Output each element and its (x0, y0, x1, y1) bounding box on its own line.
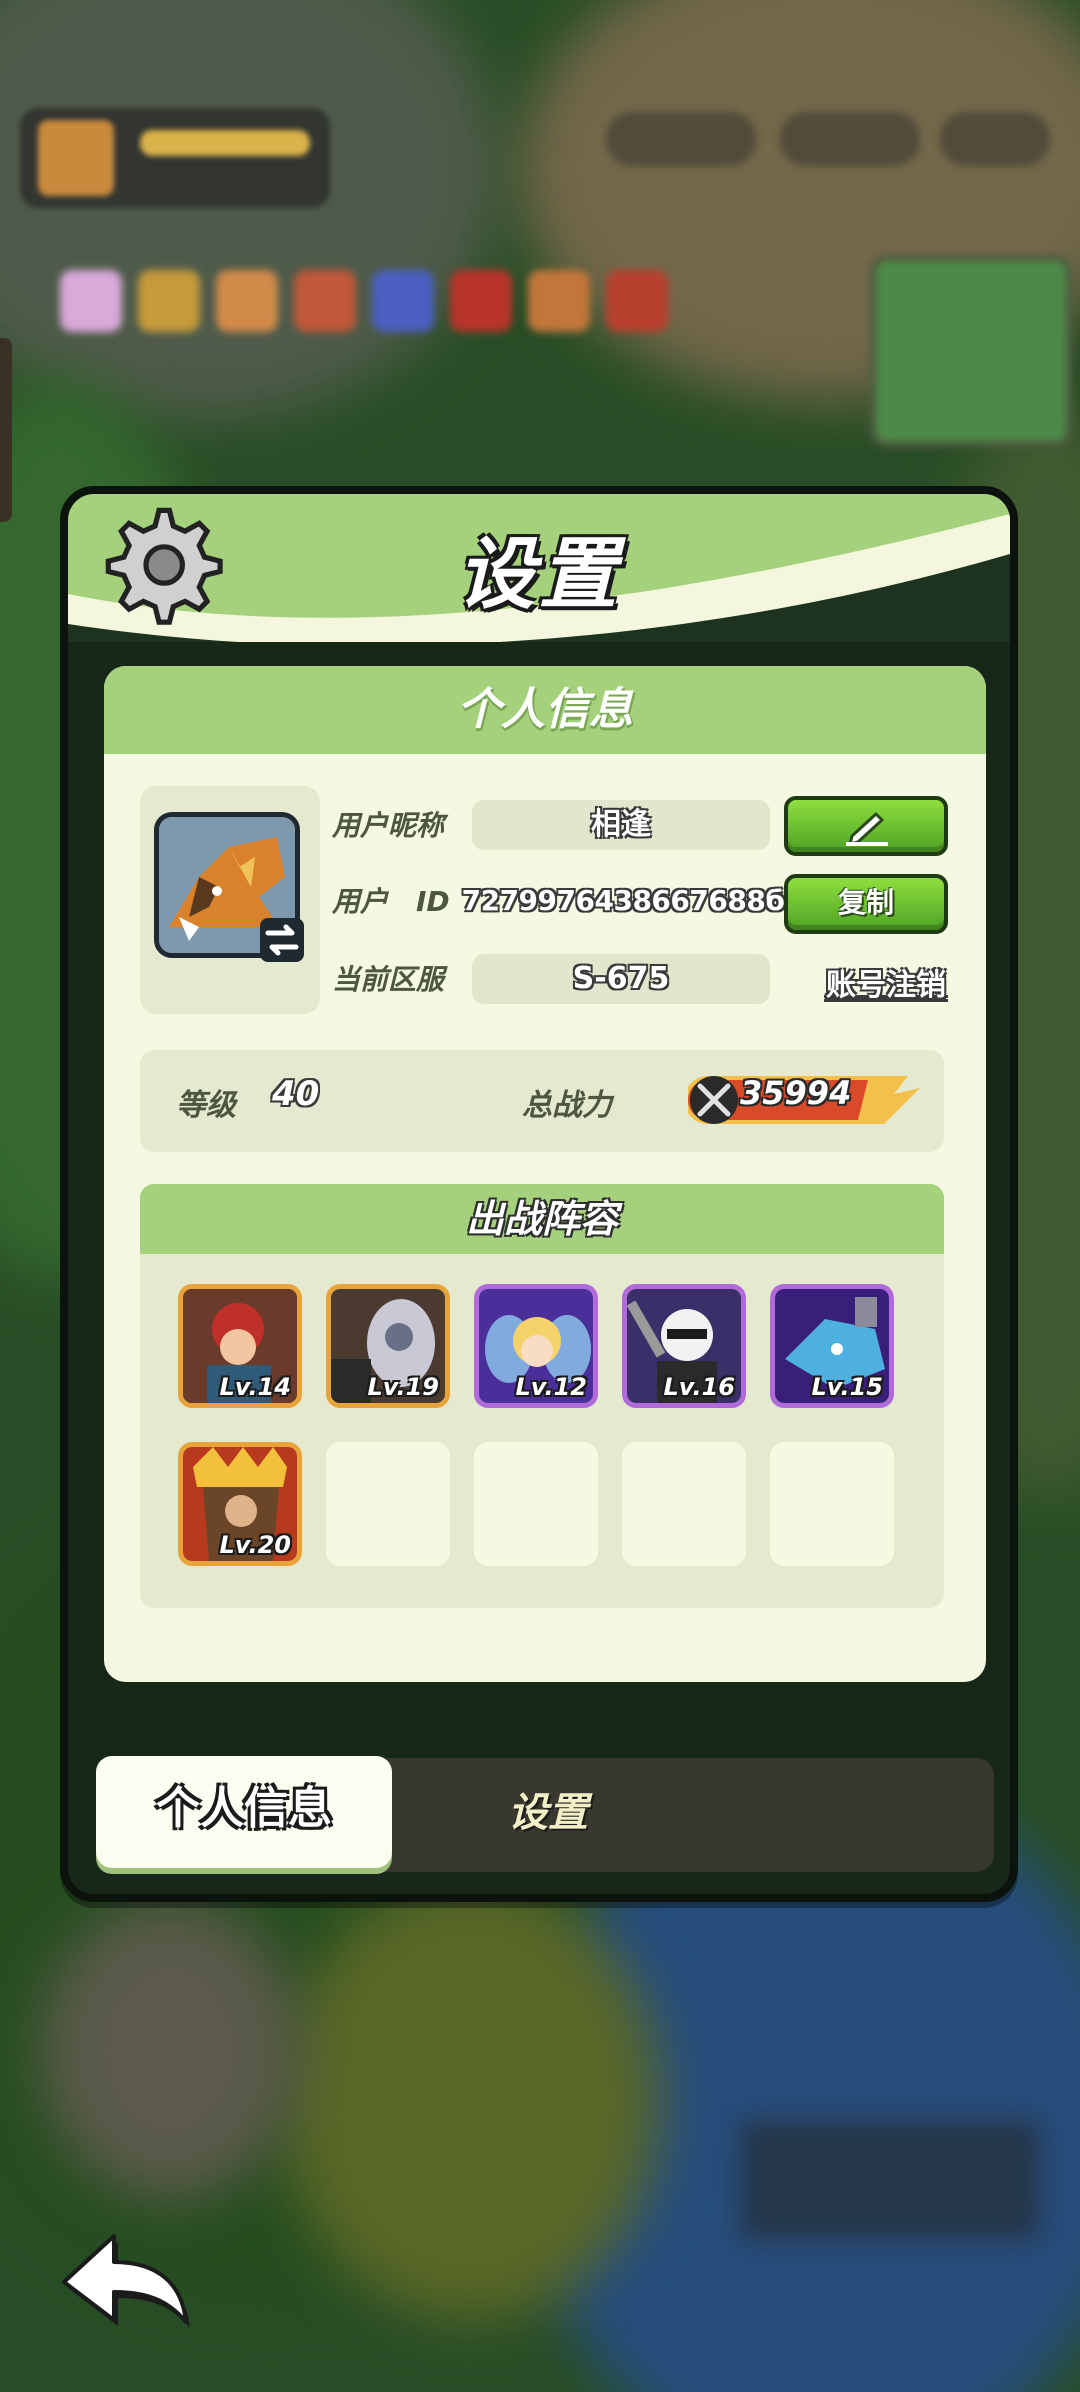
nickname-label: 用户昵称 (332, 809, 445, 842)
avatar-container[interactable] (140, 786, 320, 1014)
hud-hero-row (60, 270, 668, 350)
nickname-value: 相逢 (472, 800, 770, 850)
empty-hero-slot[interactable] (622, 1442, 746, 1566)
power-label: 总战力 (522, 1088, 612, 1123)
hero-slot[interactable]: Lv.20 (178, 1442, 302, 1566)
server-value: S-675 (472, 954, 770, 1004)
level-label: 等级 (176, 1088, 236, 1123)
empty-hero-slot[interactable] (474, 1442, 598, 1566)
profile-card: 个人信息 用户昵称 相逢 用户 ID 7279976438667688б 复制 … (104, 666, 986, 1682)
hero-level: Lv.15 (811, 1373, 884, 1401)
side-handle[interactable] (0, 338, 12, 522)
user-id-label: 用户 ID (332, 885, 450, 918)
hero-level: Lv.16 (663, 1373, 736, 1401)
hero-slot[interactable]: Lv.12 (474, 1284, 598, 1408)
minimap (870, 255, 1072, 447)
hero-level: Lv.12 (515, 1373, 588, 1401)
cancel-account-link[interactable]: 账号注销 (826, 960, 946, 1004)
hero-slot[interactable]: Lv.14 (178, 1284, 302, 1408)
back-arrow-icon[interactable] (56, 2226, 196, 2336)
hud-resource-coin (940, 112, 1050, 166)
empty-hero-slot[interactable] (770, 1442, 894, 1566)
edit-nickname-button[interactable] (784, 796, 948, 856)
tab-profile[interactable]: 个人信息 (96, 1756, 392, 1868)
hero-slot[interactable]: Lv.15 (770, 1284, 894, 1408)
swap-icon[interactable] (260, 918, 304, 962)
hud-player-card (20, 108, 330, 208)
power-value: 35994 (740, 1074, 852, 1112)
hud-resource-gem (606, 112, 756, 166)
battle-lineup: 出战阵容 Lv.14 Lv.19 Lv.12 Lv.16 Lv.15 Lv.20 (140, 1184, 944, 1608)
lineup-title: 出战阵容 (140, 1184, 944, 1254)
hero-level: Lv.19 (367, 1373, 440, 1401)
hud-resource-gold (780, 112, 920, 166)
panel-title: 设置 (456, 530, 621, 620)
pencil-icon (846, 812, 888, 846)
settings-panel: 设置 个人信息 用户昵称 相逢 用户 ID 7279976438667688б … (60, 486, 1018, 1902)
hero-slot[interactable]: Lv.16 (622, 1284, 746, 1408)
profile-section-title: 个人信息 (104, 666, 986, 754)
hero-level: Lv.20 (219, 1531, 292, 1559)
copy-id-button[interactable]: 复制 (784, 874, 948, 934)
hero-level: Lv.14 (219, 1373, 292, 1401)
hero-slot[interactable]: Lv.19 (326, 1284, 450, 1408)
server-label: 当前区服 (332, 963, 445, 996)
level-value: 40 (272, 1074, 320, 1114)
tab-settings[interactable]: 设置 (448, 1780, 648, 1838)
stats-row: 等级 40 总战力 35994 (140, 1050, 944, 1152)
empty-hero-slot[interactable] (326, 1442, 450, 1566)
user-id-value: 7279976438667688б (461, 884, 785, 917)
